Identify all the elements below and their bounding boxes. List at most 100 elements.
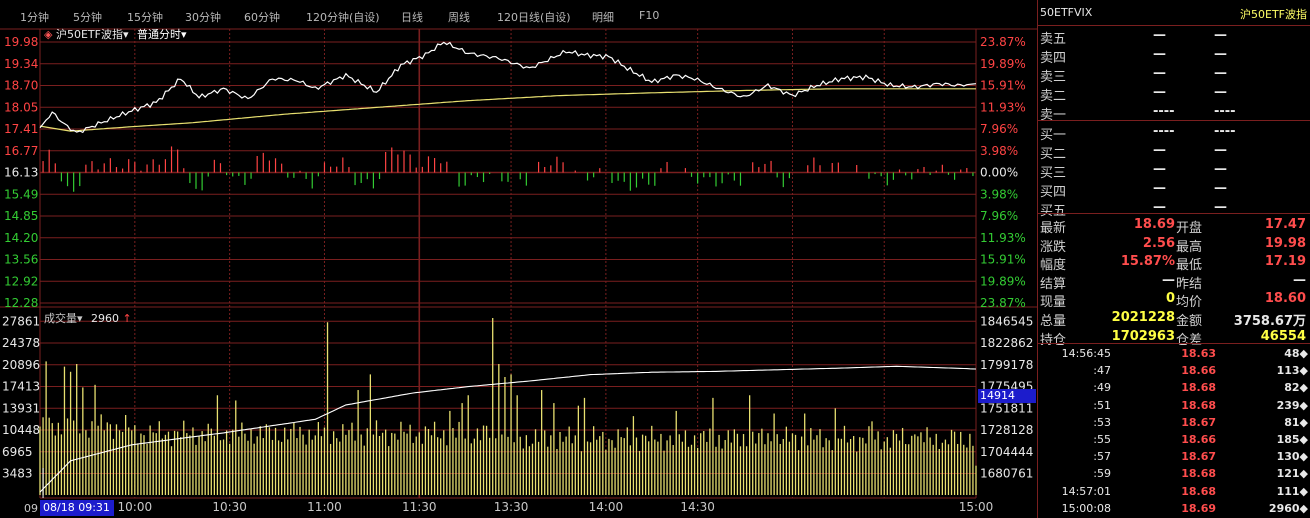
- bid-row[interactable]: 买四 — —: [1038, 180, 1310, 200]
- stat-row[interactable]: 结算 — 昨结 —: [1038, 272, 1310, 292]
- cum-volume-tick-label: 1822862: [980, 336, 1033, 350]
- indicator-diamond-icon: ◈: [44, 28, 53, 41]
- ask-row[interactable]: 卖二 — —: [1038, 84, 1310, 104]
- bid-row[interactable]: 买一 ---- ----: [1038, 123, 1310, 143]
- cum-volume-tick-label: 1846545: [980, 314, 1033, 328]
- ask-row[interactable]: 卖四 — —: [1038, 46, 1310, 66]
- indicator-dropdown-icon: ▾: [122, 28, 129, 41]
- volume-tick-label: 10448: [2, 423, 40, 437]
- stat-row[interactable]: 幅度 15.87% 最低 17.19: [1038, 253, 1310, 274]
- ask-price: —: [1153, 66, 1166, 81]
- cum-volume-tick-label: 1680761: [980, 467, 1033, 481]
- intraday-chart[interactable]: 19.98 23.87% 19.34 19.89% 18.70 15.91% 18.05 11…: [0, 0, 1037, 518]
- indicator-title[interactable]: ◈ 沪50ETF波指▾: [44, 26, 129, 42]
- time-tick-label: 10:00: [118, 500, 153, 514]
- bid-row[interactable]: 买二 — —: [1038, 142, 1310, 162]
- tick-time: :53: [1093, 415, 1111, 429]
- time-axis-start: 09: [24, 502, 38, 515]
- tick-time: :55: [1093, 433, 1111, 446]
- panel-code: 50ETFVIX: [1040, 6, 1093, 19]
- ask-level-label: 卖五: [1040, 32, 1067, 47]
- ask-price: ----: [1153, 104, 1175, 119]
- stat-label: 均价: [1176, 295, 1203, 311]
- ask-row[interactable]: 卖五 — —: [1038, 27, 1310, 47]
- tick-row[interactable]: 15:00:08 18.69 2960◆: [1038, 500, 1310, 518]
- tick-price: 18.68: [1181, 381, 1216, 395]
- ask-price: —: [1153, 47, 1166, 62]
- stat-label: 涨跌: [1040, 239, 1067, 255]
- tick-price: 18.63: [1181, 347, 1216, 360]
- bid-volume: —: [1214, 162, 1227, 177]
- tick-price: 18.68: [1181, 467, 1216, 481]
- tick-volume: 48◆: [1284, 347, 1308, 360]
- tick-row[interactable]: :47 18.66 113◆: [1038, 362, 1310, 380]
- volume-tick-label: 27861: [2, 314, 40, 328]
- tick-row[interactable]: 14:56:45 18.63 48◆: [1038, 345, 1310, 363]
- stat-row[interactable]: 涨跌 2.56 最高 19.98: [1038, 235, 1310, 255]
- volume-title[interactable]: 成交量▾ 2960 ↑: [44, 310, 132, 326]
- volume-dropdown-icon: ▾: [77, 312, 83, 325]
- bid-price: —: [1153, 162, 1166, 177]
- tick-row[interactable]: :53 18.67 81◆: [1038, 414, 1310, 432]
- quote-panel: 50ETFVIX 沪50ETF波指 卖五 — — 卖四 — — 卖三 — — 卖二 — — 卖一 ----…: [1037, 0, 1310, 518]
- pct-tick-label: 3.98%: [980, 187, 1018, 201]
- bid-level-label: 买二: [1040, 147, 1067, 162]
- volume-tick-label: 3483: [2, 467, 33, 481]
- stat-label: 结算: [1040, 276, 1067, 292]
- bid-row[interactable]: 买三 — —: [1038, 161, 1310, 181]
- chart-mode-selector[interactable]: 普通分时▾: [137, 26, 187, 42]
- volume-tick-label: 17413: [2, 380, 40, 394]
- ask-price: —: [1153, 28, 1166, 43]
- price-tick-label: 15.49: [4, 187, 38, 201]
- price-tick-label: 18.70: [4, 79, 38, 93]
- stat-row[interactable]: 现量 0 均价 18.60: [1038, 290, 1310, 311]
- stat-label: 幅度: [1040, 258, 1067, 274]
- cursor-value-box: 14914: [978, 389, 1036, 403]
- tick-row[interactable]: :55 18.66 185◆: [1038, 431, 1310, 449]
- price-line: [39, 41, 977, 134]
- stat-value: 2021228: [1111, 310, 1175, 325]
- tick-time: 14:56:45: [1061, 347, 1111, 360]
- ask-row[interactable]: 卖三 — —: [1038, 65, 1310, 85]
- tick-price: 18.68: [1181, 484, 1216, 498]
- bid-volume: —: [1214, 143, 1227, 158]
- tick-volume: 111◆: [1276, 484, 1308, 498]
- tick-row[interactable]: :49 18.68 82◆: [1038, 379, 1310, 397]
- stat-row[interactable]: 总量 2021228 金额 3758.67万: [1038, 309, 1310, 329]
- tick-time: :47: [1093, 364, 1111, 378]
- price-tick-label: 16.13: [4, 166, 38, 180]
- bid-price: ----: [1153, 124, 1175, 139]
- tick-row[interactable]: :57 18.67 130◆: [1038, 448, 1310, 466]
- tick-price: 18.68: [1181, 398, 1216, 412]
- volume-value: 2960: [91, 312, 120, 325]
- time-tick-label: 14:30: [680, 500, 715, 514]
- price-tick-label: 19.34: [4, 57, 38, 71]
- stat-row[interactable]: 最新 18.69 开盘 17.47: [1038, 216, 1310, 236]
- tick-row[interactable]: :59 18.68 121◆: [1038, 465, 1310, 483]
- stat-label: 最高: [1176, 239, 1203, 255]
- stat-label: 金额: [1176, 314, 1203, 329]
- stat-value: 17.47: [1264, 217, 1306, 232]
- tick-time: :59: [1093, 467, 1111, 481]
- volume-up-arrow-icon: ↑: [122, 312, 132, 325]
- pct-tick-label: 15.91%: [980, 79, 1026, 93]
- tick-row[interactable]: 14:57:01 18.68 111◆: [1038, 483, 1310, 501]
- price-tick-label: 13.56: [4, 253, 38, 267]
- tick-time: :51: [1093, 398, 1111, 412]
- ask-volume: —: [1214, 66, 1227, 81]
- divider: [1038, 25, 1310, 26]
- time-tick-label: 11:30: [402, 500, 437, 514]
- chart-mode-label: 普通分时: [137, 28, 181, 41]
- pct-tick-label: 15.91%: [980, 253, 1026, 267]
- stat-value: 2.56: [1142, 235, 1175, 251]
- pct-tick-label: 3.98%: [980, 144, 1018, 158]
- volume-tick-label: 20896: [2, 358, 40, 372]
- tick-row[interactable]: :51 18.68 239◆: [1038, 397, 1310, 415]
- cum-volume-tick-label: 1728128: [980, 423, 1033, 437]
- stat-value: 17.19: [1264, 254, 1306, 270]
- volume-tick-label: 13931: [2, 401, 40, 415]
- stat-value: 19.98: [1264, 235, 1306, 251]
- volume-label: 成交量: [44, 312, 77, 325]
- app-window: 1分钟 5分钟 15分钟 30分钟 60分钟 120分钟(自设) 日线 周线 120日线(自设)…: [0, 0, 1310, 518]
- pct-tick-label: 19.89%: [980, 57, 1026, 71]
